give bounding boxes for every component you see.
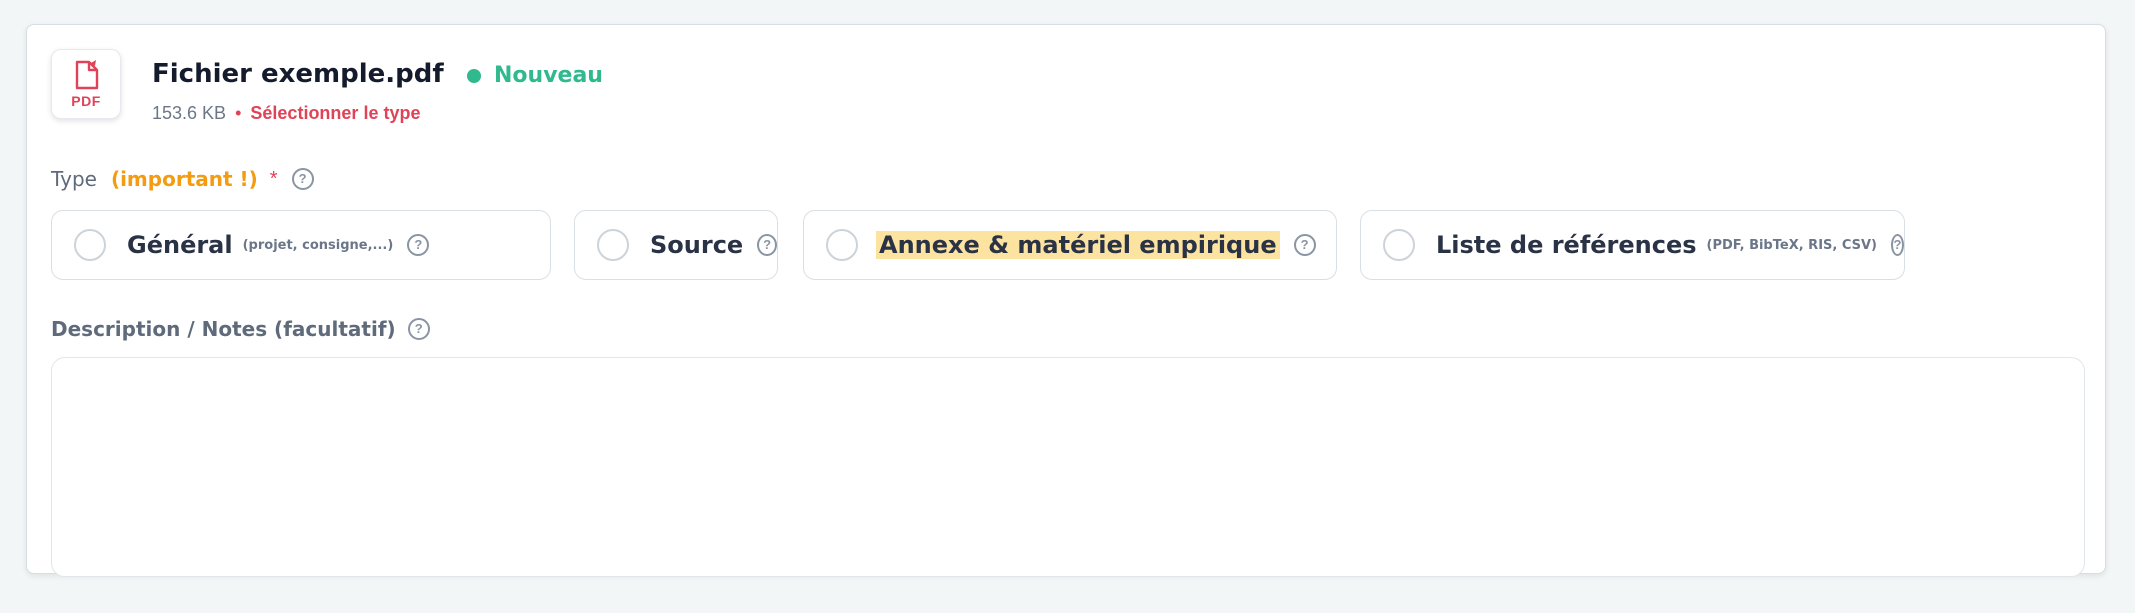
document-icon — [75, 60, 99, 90]
file-upload-card: PDF Fichier exemple.pdf Nouveau 153.6 KB… — [26, 24, 2106, 577]
references-help-icon[interactable]: ? — [1891, 234, 1904, 256]
option-label-annexe: Annexe & matériel empirique — [876, 231, 1280, 259]
type-option-references[interactable]: Liste de références (PDF, BibTeX, RIS, C… — [1360, 210, 1905, 280]
type-help-icon[interactable]: ? — [291, 168, 314, 190]
type-option-annexe[interactable]: Annexe & matériel empirique ? — [803, 210, 1337, 280]
status-dot-icon — [467, 68, 481, 83]
description-field-label: Description / Notes (facultatif) ? — [51, 317, 430, 341]
status-badge: Nouveau — [467, 63, 603, 88]
option-hint-references: (PDF, BibTeX, RIS, CSV) — [1706, 237, 1878, 253]
status-label: Nouveau — [494, 63, 603, 88]
radio-annexe[interactable] — [826, 229, 858, 261]
radio-references[interactable] — [1383, 229, 1415, 261]
description-label-text: Description / Notes (facultatif) — [51, 317, 396, 341]
option-hint-general: (projet, consigne,...) — [242, 237, 394, 253]
option-label-references: Liste de références — [1436, 231, 1697, 259]
type-label-text: Type — [51, 167, 97, 191]
type-field-label: Type (important !) * ? — [51, 167, 314, 191]
type-option-general[interactable]: Général (projet, consigne,...) ? — [51, 210, 551, 280]
general-help-icon[interactable]: ? — [407, 234, 430, 256]
file-name: Fichier exemple.pdf — [152, 59, 444, 89]
select-type-link[interactable]: Sélectionner le type — [250, 103, 420, 123]
option-label-general: Général — [127, 231, 233, 259]
type-option-source[interactable]: Source ? — [574, 210, 778, 280]
pdf-icon-label: PDF — [71, 93, 101, 109]
file-size: 153.6 KB — [152, 103, 227, 123]
required-mark: * — [269, 167, 278, 190]
radio-general[interactable] — [74, 229, 106, 261]
option-label-source: Source — [650, 231, 744, 259]
important-note: (important !) — [110, 167, 258, 191]
meta-separator: • — [235, 103, 242, 123]
source-help-icon[interactable]: ? — [757, 234, 777, 256]
description-notes-textarea[interactable] — [51, 357, 2085, 577]
radio-source[interactable] — [597, 229, 629, 261]
file-meta: 153.6 KB • Sélectionner le type — [152, 103, 420, 124]
annexe-help-icon[interactable]: ? — [1293, 234, 1316, 256]
pdf-file-icon: PDF — [51, 49, 121, 119]
description-help-icon[interactable]: ? — [407, 318, 430, 340]
